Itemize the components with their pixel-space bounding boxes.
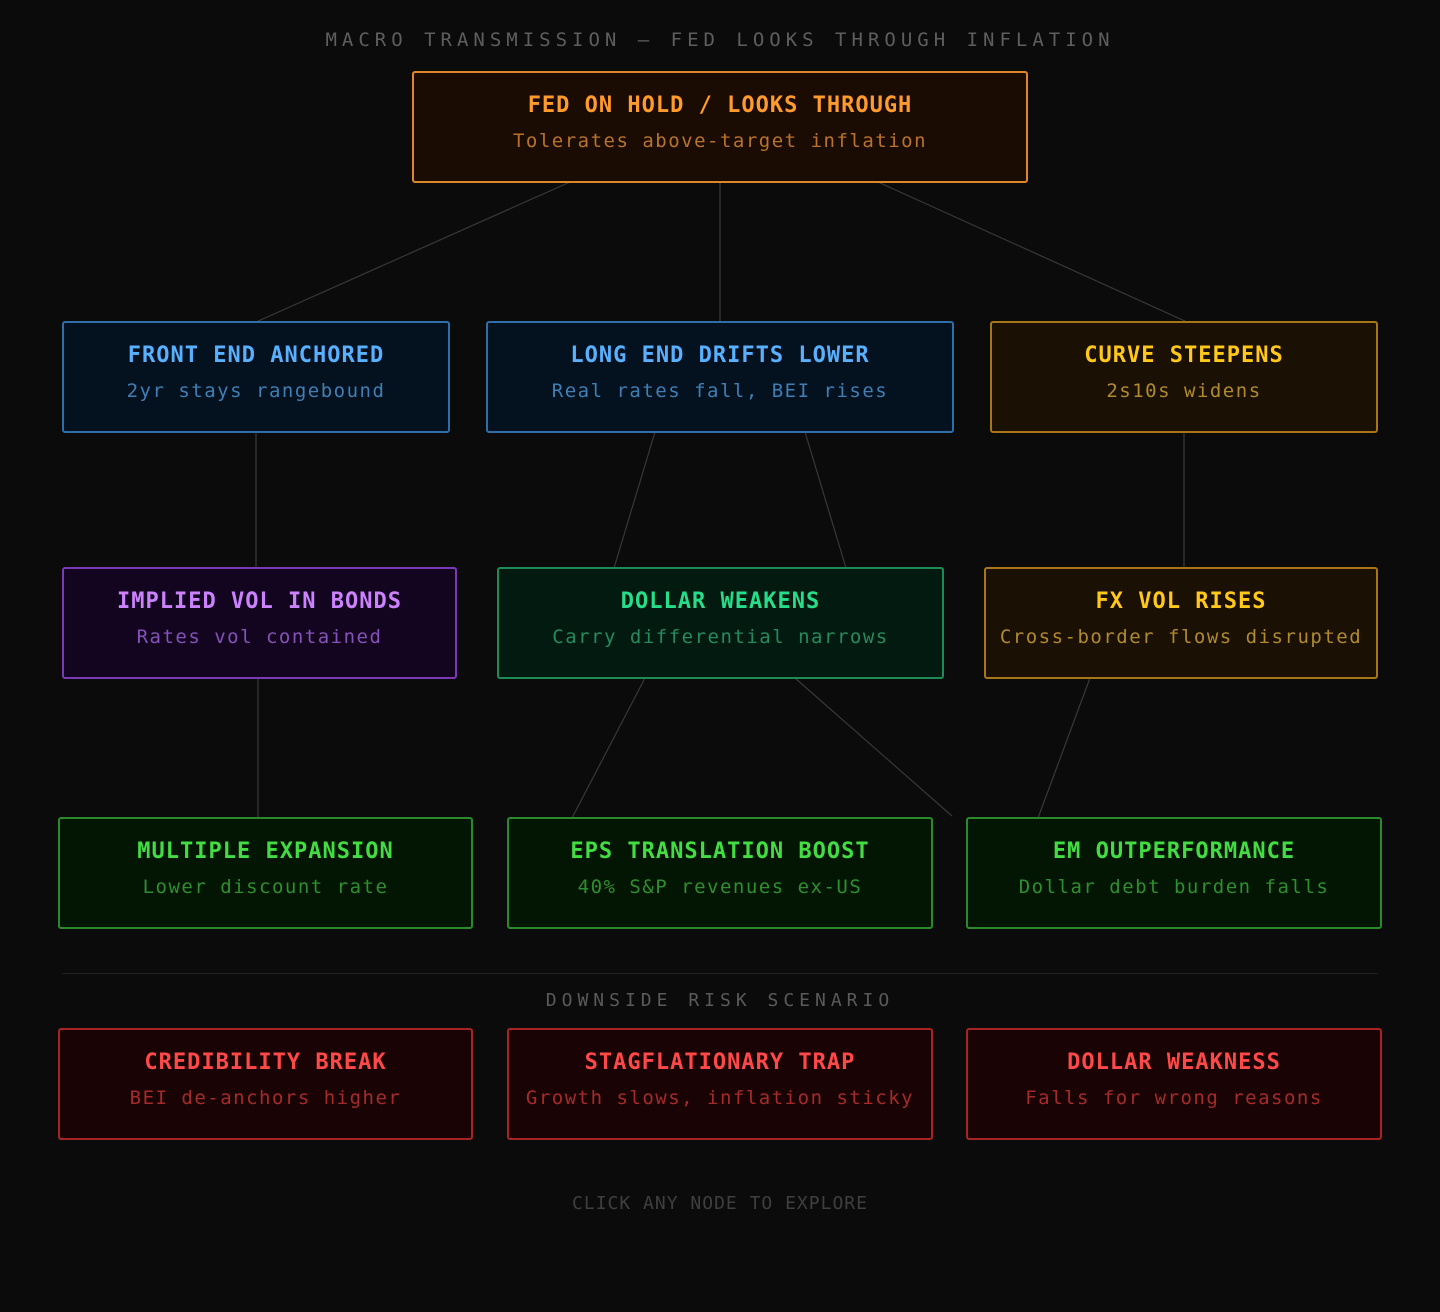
node-subtitle: 40% S&P revenues ex-US [577, 876, 863, 898]
node-title: FRONT END ANCHORED [127, 343, 385, 368]
node-front-end-anchored[interactable]: FRONT END ANCHORED 2yr stays rangebound [62, 321, 450, 433]
node-title: EM OUTPERFORMANCE [1052, 839, 1296, 864]
edge-fxvol-em [1037, 677, 1091, 819]
node-credibility-break[interactable]: CREDIBILITY BREAK BEI de-anchors higher [58, 1028, 473, 1140]
node-subtitle: Real rates fall, BEI rises [551, 380, 889, 402]
edge-longend-dollar-a [613, 431, 656, 569]
node-subtitle: Tolerates above-target inflation [512, 130, 928, 152]
node-title: FX VOL RISES [1095, 589, 1267, 614]
node-title: MULTIPLE EXPANSION [137, 839, 394, 864]
node-subtitle: 2yr stays rangebound [126, 380, 386, 402]
node-title: DOLLAR WEAKNESS [1067, 1050, 1281, 1075]
node-title: CURVE STEEPENS [1084, 343, 1284, 368]
node-subtitle: Dollar debt burden falls [1018, 876, 1330, 898]
node-subtitle: BEI de-anchors higher [129, 1087, 402, 1109]
node-em-outperformance[interactable]: EM OUTPERFORMANCE Dollar debt burden fal… [966, 817, 1382, 929]
node-dollar-weakens[interactable]: DOLLAR WEAKENS Carry differential narrow… [497, 567, 944, 679]
node-subtitle: 2s10s widens [1106, 380, 1262, 402]
node-subtitle: Lower discount rate [142, 876, 389, 898]
node-curve-steepens[interactable]: CURVE STEEPENS 2s10s widens [990, 321, 1378, 433]
node-fx-vol-rises[interactable]: FX VOL RISES Cross-border flows disrupte… [984, 567, 1378, 679]
node-subtitle: Rates vol contained [136, 626, 383, 648]
node-eps-translation-boost[interactable]: EPS TRANSLATION BOOST 40% S&P revenues e… [507, 817, 933, 929]
edge-dollar-eps [571, 677, 646, 819]
section-divider [62, 973, 1378, 974]
edge-fed-curve [877, 181, 1188, 323]
node-subtitle: Cross-border flows disrupted [999, 626, 1363, 648]
node-title: CREDIBILITY BREAK [144, 1050, 387, 1075]
edge-longend-dollar-b [804, 431, 847, 569]
edge-fed-frontend [255, 181, 571, 323]
node-dollar-weakness[interactable]: DOLLAR WEAKNESS Falls for wrong reasons [966, 1028, 1382, 1140]
node-title: FED ON HOLD / LOOKS THROUGH [527, 93, 913, 118]
node-subtitle: Growth slows, inflation sticky [525, 1087, 915, 1109]
node-title: STAGFLATIONARY TRAP [584, 1050, 856, 1075]
risk-section-title: DOWNSIDE RISK SCENARIO [545, 990, 895, 1011]
node-title: DOLLAR WEAKENS [620, 589, 821, 614]
footer-hint: CLICK ANY NODE TO EXPLORE [572, 1193, 868, 1214]
node-multiple-expansion[interactable]: MULTIPLE EXPANSION Lower discount rate [58, 817, 473, 929]
node-subtitle: Carry differential narrows [552, 626, 889, 648]
node-stagflationary-trap[interactable]: STAGFLATIONARY TRAP Growth slows, inflat… [507, 1028, 933, 1140]
node-subtitle: Falls for wrong reasons [1025, 1087, 1323, 1109]
node-implied-vol-in-bonds[interactable]: IMPLIED VOL IN BONDS Rates vol contained [62, 567, 457, 679]
edge-dollar-em [794, 677, 953, 817]
node-title: LONG END DRIFTS LOWER [570, 343, 870, 368]
node-long-end-drifts-lower[interactable]: LONG END DRIFTS LOWER Real rates fall, B… [486, 321, 954, 433]
node-title: IMPLIED VOL IN BONDS [117, 589, 402, 614]
node-title: EPS TRANSLATION BOOST [570, 839, 870, 864]
node-fed-on-hold[interactable]: FED ON HOLD / LOOKS THROUGH Tolerates ab… [412, 71, 1028, 183]
